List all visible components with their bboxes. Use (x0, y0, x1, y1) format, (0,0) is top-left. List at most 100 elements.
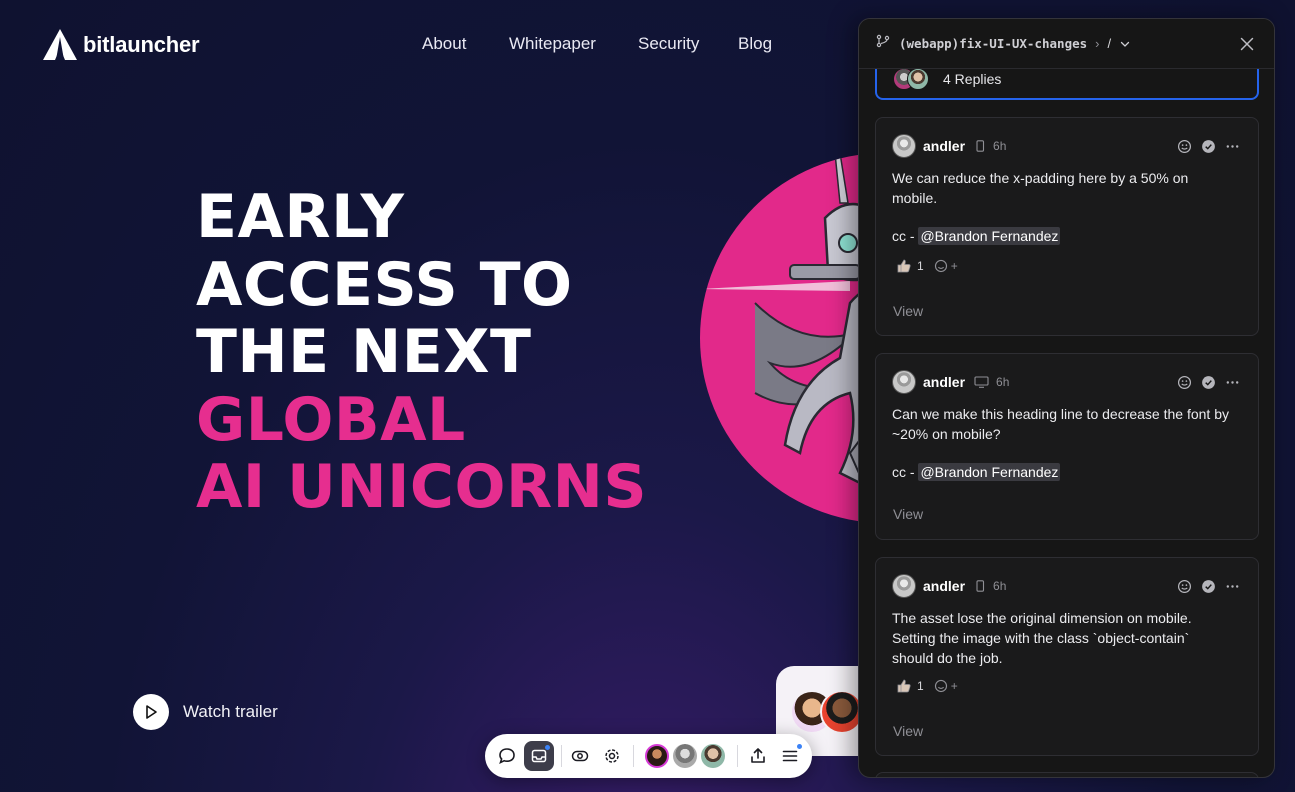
comment-time: 6h (993, 139, 1007, 153)
collaborator-avatar[interactable] (701, 744, 725, 768)
thumbs-up-icon (897, 679, 911, 693)
branch-name[interactable]: (webapp)fix-UI-UX-changes (899, 36, 1087, 51)
emoji-add-icon (934, 259, 947, 273)
collaborator-avatar[interactable] (673, 744, 697, 768)
comment-header: andler 6h (892, 574, 1006, 598)
comment-author: andler (923, 374, 966, 390)
play-icon (133, 694, 169, 730)
avatar (892, 370, 916, 394)
comment-cc: cc - @Brandon Fernandez (892, 463, 1061, 481)
nav-link-about[interactable]: About (422, 34, 466, 54)
comment-time: 6h (993, 579, 1007, 593)
collaborator-avatar[interactable] (645, 744, 669, 768)
resolve-check-icon[interactable] (1200, 374, 1216, 390)
comment-body: We can reduce the x-padding here by a 50… (892, 170, 1189, 206)
more-options-icon[interactable] (1224, 374, 1240, 390)
comment-card[interactable] (875, 772, 1259, 777)
reaction-count: 1 (917, 259, 924, 273)
view-comment-link[interactable]: View (893, 723, 923, 739)
add-reaction-plus: + (950, 679, 958, 693)
toolbar-divider (561, 745, 562, 767)
logo-text: bitlauncher (83, 31, 200, 57)
hero-line: THE NEXT (196, 317, 532, 387)
mobile-device-icon (974, 140, 986, 152)
hero-heading: EARLY ACCESS TO THE NEXT GLOBAL AI UNICO… (196, 182, 648, 522)
reactions-row: 1 + (896, 678, 958, 694)
add-reaction-button[interactable]: + (934, 679, 958, 693)
comment-card[interactable]: andler 6h Can we make this heading line … (875, 353, 1259, 540)
hero-line: EARLY (196, 182, 405, 252)
comment-actions (1176, 578, 1240, 594)
settings-gear-icon[interactable] (597, 741, 627, 771)
mention-tag[interactable]: @Brandon Fernandez (918, 227, 1061, 245)
comment-icon[interactable] (492, 741, 522, 771)
thumbs-up-reaction[interactable]: 1 (896, 678, 924, 694)
more-options-icon[interactable] (1224, 138, 1240, 154)
reactions-row: 1 + (896, 258, 958, 274)
view-comment-link[interactable]: View (893, 303, 923, 319)
comment-author: andler (923, 138, 966, 154)
menu-icon[interactable] (775, 741, 805, 771)
comment-card[interactable]: andler 6h We can reduce the x-padding he… (875, 117, 1259, 336)
chevron-down-icon[interactable] (1119, 38, 1131, 50)
cc-label: cc - (892, 228, 919, 244)
comment-header: andler 6h (892, 134, 1006, 158)
comment-card[interactable]: andler 6h The asset lose the original di… (875, 557, 1259, 756)
site-logo[interactable]: bitlauncher (43, 29, 200, 60)
resolve-check-icon[interactable] (1200, 138, 1216, 154)
comment-body: Can we make this heading line to decreas… (892, 406, 1229, 442)
watch-trailer-button[interactable]: Watch trailer (133, 694, 278, 730)
avatar (892, 134, 916, 158)
feedback-toolbar (485, 734, 812, 778)
more-options-icon[interactable] (1224, 578, 1240, 594)
thumbs-up-icon (897, 259, 911, 273)
logo-mark-icon (43, 29, 77, 60)
comment-author: andler (923, 578, 966, 594)
breadcrumb-chevron-icon: › (1095, 36, 1100, 51)
comment-actions (1176, 374, 1240, 390)
comment-cc: cc - @Brandon Fernandez (892, 227, 1061, 245)
breadcrumb-root[interactable]: / (1108, 36, 1112, 51)
panel-header: (webapp)fix-UI-UX-changes › / (859, 19, 1274, 69)
notification-dot (545, 745, 550, 750)
view-comment-link[interactable]: View (893, 506, 923, 522)
comment-body: The asset lose the original dimension on… (892, 610, 1192, 666)
notification-dot (797, 744, 802, 749)
avatar (892, 574, 916, 598)
hero-line-accent: GLOBAL (196, 384, 466, 455)
watch-trailer-label: Watch trailer (183, 702, 278, 721)
hero-line: ACCESS TO (196, 249, 573, 320)
toolbar-divider (737, 745, 738, 767)
comment-actions (1176, 138, 1240, 154)
avatar (907, 68, 929, 90)
preview-eye-icon[interactable] (565, 741, 595, 771)
emoji-react-icon[interactable] (1176, 578, 1192, 594)
comment-time: 6h (996, 375, 1010, 389)
emoji-add-icon (934, 679, 947, 693)
resolve-check-icon[interactable] (1200, 578, 1216, 594)
emoji-react-icon[interactable] (1176, 374, 1192, 390)
thumbs-up-reaction[interactable]: 1 (896, 258, 924, 274)
nav-link-blog[interactable]: Blog (738, 34, 772, 54)
reaction-count: 1 (917, 679, 924, 693)
replies-summary[interactable]: 4 Replies (893, 68, 1001, 90)
add-reaction-plus: + (950, 259, 958, 273)
comment-header: andler 6h (892, 370, 1009, 394)
add-reaction-button[interactable]: + (934, 259, 958, 273)
inbox-icon[interactable] (524, 741, 554, 771)
nav-link-whitepaper[interactable]: Whitepaper (509, 34, 596, 54)
git-branch-icon (876, 34, 890, 53)
hero-line-accent: AI UNICORNS (196, 452, 648, 522)
reply-avatars (893, 68, 935, 90)
close-icon[interactable] (1238, 35, 1256, 53)
mobile-device-icon (974, 580, 986, 592)
mention-tag[interactable]: @Brandon Fernandez (918, 463, 1061, 481)
share-upload-icon[interactable] (743, 741, 773, 771)
comments-panel: 4 Replies (webapp)fix-UI-UX-changes › / … (858, 18, 1275, 778)
replies-count: 4 Replies (943, 71, 1002, 87)
desktop-device-icon (974, 376, 989, 388)
emoji-react-icon[interactable] (1176, 138, 1192, 154)
toolbar-divider (633, 745, 634, 767)
cc-label: cc - (892, 464, 919, 480)
nav-link-security[interactable]: Security (638, 34, 699, 54)
